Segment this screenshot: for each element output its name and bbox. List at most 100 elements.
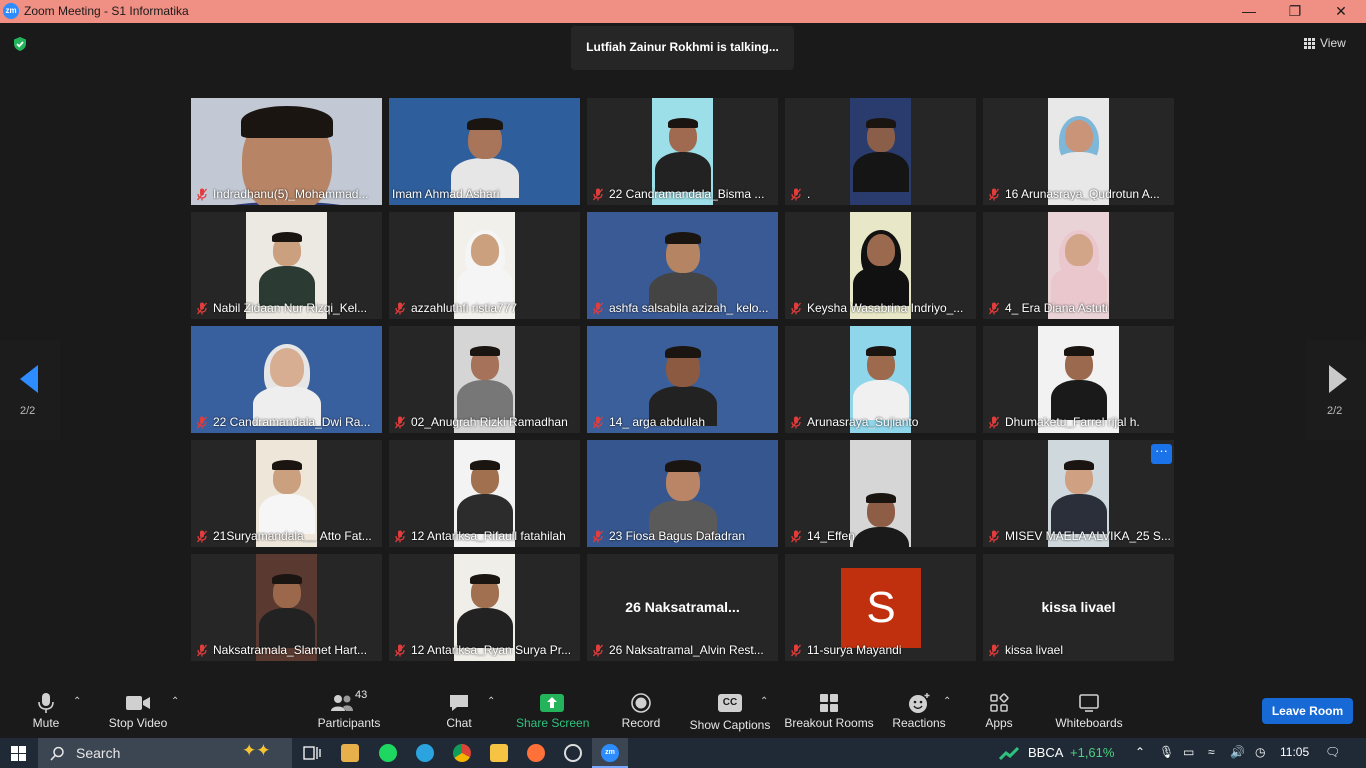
- participant-tile[interactable]: Keysha Wasabrina Indriyo_...: [785, 212, 976, 319]
- windows-start-icon[interactable]: [11, 746, 26, 761]
- muted-microphone-icon: [395, 416, 405, 429]
- participant-tile[interactable]: 21Suryamandala__ Atto Fat...: [191, 440, 382, 547]
- participant-tile[interactable]: 22 Candramandala_Dwi Ra...: [191, 326, 382, 433]
- participant-name: Imam Ahmad Ashari: [392, 187, 500, 201]
- apps-button[interactable]: Apps: [982, 692, 1016, 730]
- video-options-chevron-icon[interactable]: ⌃: [171, 696, 179, 707]
- spotify-icon[interactable]: [379, 744, 397, 762]
- participant-tile[interactable]: 12 Antariksa_Ryan Surya Pr...: [389, 554, 580, 661]
- chrome-icon[interactable]: [453, 744, 471, 762]
- active-speaker-banner: Lutfiah Zainur Rokhmi is talking...: [571, 26, 794, 70]
- participant-tile[interactable]: 02_Anugrah Rizki Ramadhan: [389, 326, 580, 433]
- file-explorer-icon[interactable]: [341, 744, 359, 762]
- whiteboards-button[interactable]: Whiteboards: [1052, 692, 1126, 730]
- show-hidden-icons-chevron-icon[interactable]: ⌃: [1135, 745, 1145, 759]
- participant-tile[interactable]: Arunasraya_Sujianto: [785, 326, 976, 433]
- chat-options-chevron-icon[interactable]: ⌃: [487, 696, 495, 707]
- task-view-icon[interactable]: [303, 745, 321, 761]
- participant-hair: [469, 460, 500, 470]
- participant-tile[interactable]: S 11-surya Mayandi: [785, 554, 976, 661]
- participant-hair: [1063, 460, 1094, 470]
- participant-tile[interactable]: 12 Antariksa_Rifaull fatahilah: [389, 440, 580, 547]
- participant-tile[interactable]: 14_Effen: [785, 440, 976, 547]
- record-button[interactable]: Record: [621, 692, 661, 730]
- participant-tile[interactable]: MISEV MAELA ALVIKA_25 S...: [983, 440, 1174, 547]
- security-shield-icon[interactable]: [12, 36, 28, 52]
- captions-options-chevron-icon[interactable]: ⌃: [760, 696, 768, 707]
- focus-clock-icon[interactable]: ◷: [1255, 745, 1265, 759]
- participant-tile[interactable]: 14_ arga abdullah: [587, 326, 778, 433]
- obs-icon[interactable]: [564, 744, 582, 762]
- participant-name-bar: azzahluthfi ristia777: [389, 297, 580, 319]
- participant-name: 23 Fiosa Bagus Dafadran: [609, 529, 746, 543]
- stock-change: +1,61%: [1070, 745, 1115, 760]
- reactions-button[interactable]: Reactions: [892, 692, 946, 730]
- participant-tile[interactable]: .: [785, 98, 976, 205]
- view-label: View: [1320, 36, 1346, 50]
- wifi-icon[interactable]: ≈: [1208, 745, 1215, 759]
- participant-name-bar: 23 Fiosa Bagus Dafadran: [587, 525, 778, 547]
- show-captions-button[interactable]: CC Show Captions: [689, 692, 771, 732]
- participant-tile[interactable]: kissa livael kissa livael: [983, 554, 1174, 661]
- participant-tile[interactable]: Naksatramala_Slamet Hart...: [191, 554, 382, 661]
- participant-name-bar: Indradhanu(5)_Mohammad...: [191, 183, 382, 205]
- participant-hair: [865, 118, 896, 128]
- view-button[interactable]: View: [1304, 34, 1346, 54]
- participant-tile[interactable]: 4_ Era Diana Astuti: [983, 212, 1174, 319]
- reactions-options-chevron-icon[interactable]: ⌃: [943, 696, 951, 707]
- participant-tile[interactable]: 23 Fiosa Bagus Dafadran: [587, 440, 778, 547]
- participant-name-bar: Arunasraya_Sujianto: [785, 411, 976, 433]
- breakout-rooms-icon: [820, 694, 838, 712]
- participant-tile[interactable]: Imam Ahmad Ashari: [389, 98, 580, 205]
- muted-microphone-icon: [197, 530, 207, 543]
- close-button[interactable]: ✕: [1318, 0, 1364, 23]
- participant-tile[interactable]: Nabil Zidaan Nur Rizqi_Kel...: [191, 212, 382, 319]
- muted-microphone-icon: [593, 302, 603, 315]
- participant-display-name: 26 Naksatramal...: [625, 599, 740, 615]
- firefox-icon[interactable]: [527, 744, 545, 762]
- participant-name-bar: 12 Antariksa_Rifaull fatahilah: [389, 525, 580, 547]
- participant-name: 12 Antariksa_Rifaull fatahilah: [411, 529, 566, 543]
- participant-name: 02_Anugrah Rizki Ramadhan: [411, 415, 568, 429]
- more-options-button[interactable]: ···: [1151, 444, 1172, 464]
- participant-tile[interactable]: 26 Naksatramal... 26 Naksatramal_Alvin Re…: [587, 554, 778, 661]
- breakout-rooms-button[interactable]: Breakout Rooms: [784, 692, 874, 730]
- notifications-icon[interactable]: 🗨: [1325, 745, 1340, 759]
- participant-tile[interactable]: azzahluthfi ristia777: [389, 212, 580, 319]
- zoom-taskbar-button[interactable]: zm: [592, 738, 628, 768]
- muted-microphone-icon: [989, 530, 999, 543]
- window-title: Zoom Meeting - S1 Informatika: [24, 4, 189, 18]
- microphone-tray-icon[interactable]: 🎙: [1159, 745, 1174, 759]
- participant-name: 4_ Era Diana Astuti: [1005, 301, 1108, 315]
- battery-icon[interactable]: ▭: [1183, 745, 1194, 759]
- prev-page-arrow-icon[interactable]: [20, 365, 38, 393]
- leave-room-button[interactable]: Leave Room: [1262, 698, 1353, 724]
- participant-tile[interactable]: 22 Candramandala_Bisma ...: [587, 98, 778, 205]
- participant-tile[interactable]: 16 Arunasraya_Qudrotun A...: [983, 98, 1174, 205]
- participant-tile[interactable]: Dhumaketu_Farrel rijal h.: [983, 326, 1174, 433]
- next-page-arrow-icon[interactable]: [1329, 365, 1347, 393]
- participants-button[interactable]: 43 Participants: [316, 689, 382, 730]
- minimize-button[interactable]: —: [1226, 0, 1272, 23]
- restore-button[interactable]: ❐: [1272, 0, 1318, 23]
- muted-microphone-icon: [197, 644, 207, 657]
- chat-label: Chat: [446, 716, 472, 730]
- chat-button[interactable]: Chat: [444, 692, 474, 730]
- participant-face: [1064, 120, 1093, 153]
- telegram-icon[interactable]: [416, 744, 434, 762]
- audio-options-chevron-icon[interactable]: ⌃: [73, 696, 81, 707]
- sticky-notes-icon[interactable]: [490, 744, 508, 762]
- participant-face: [866, 234, 895, 267]
- volume-icon[interactable]: 🔊: [1230, 745, 1245, 759]
- participant-tile[interactable]: ashfa salsabila azizah_ kelo...: [587, 212, 778, 319]
- stop-video-button[interactable]: Stop Video: [108, 692, 168, 730]
- participant-name-bar: 11-surya Mayandi: [785, 639, 976, 661]
- clock-time[interactable]: 11:05: [1280, 745, 1309, 759]
- participant-hair: [667, 118, 698, 128]
- share-screen-button[interactable]: Share Screen: [516, 692, 589, 730]
- taskbar-search-box[interactable]: Search ✦✦: [38, 738, 292, 768]
- mute-button[interactable]: Mute: [28, 692, 64, 730]
- participant-name: kissa livael: [1005, 643, 1064, 657]
- muted-microphone-icon: [593, 530, 603, 543]
- participant-tile[interactable]: Indradhanu(5)_Mohammad...: [191, 98, 382, 205]
